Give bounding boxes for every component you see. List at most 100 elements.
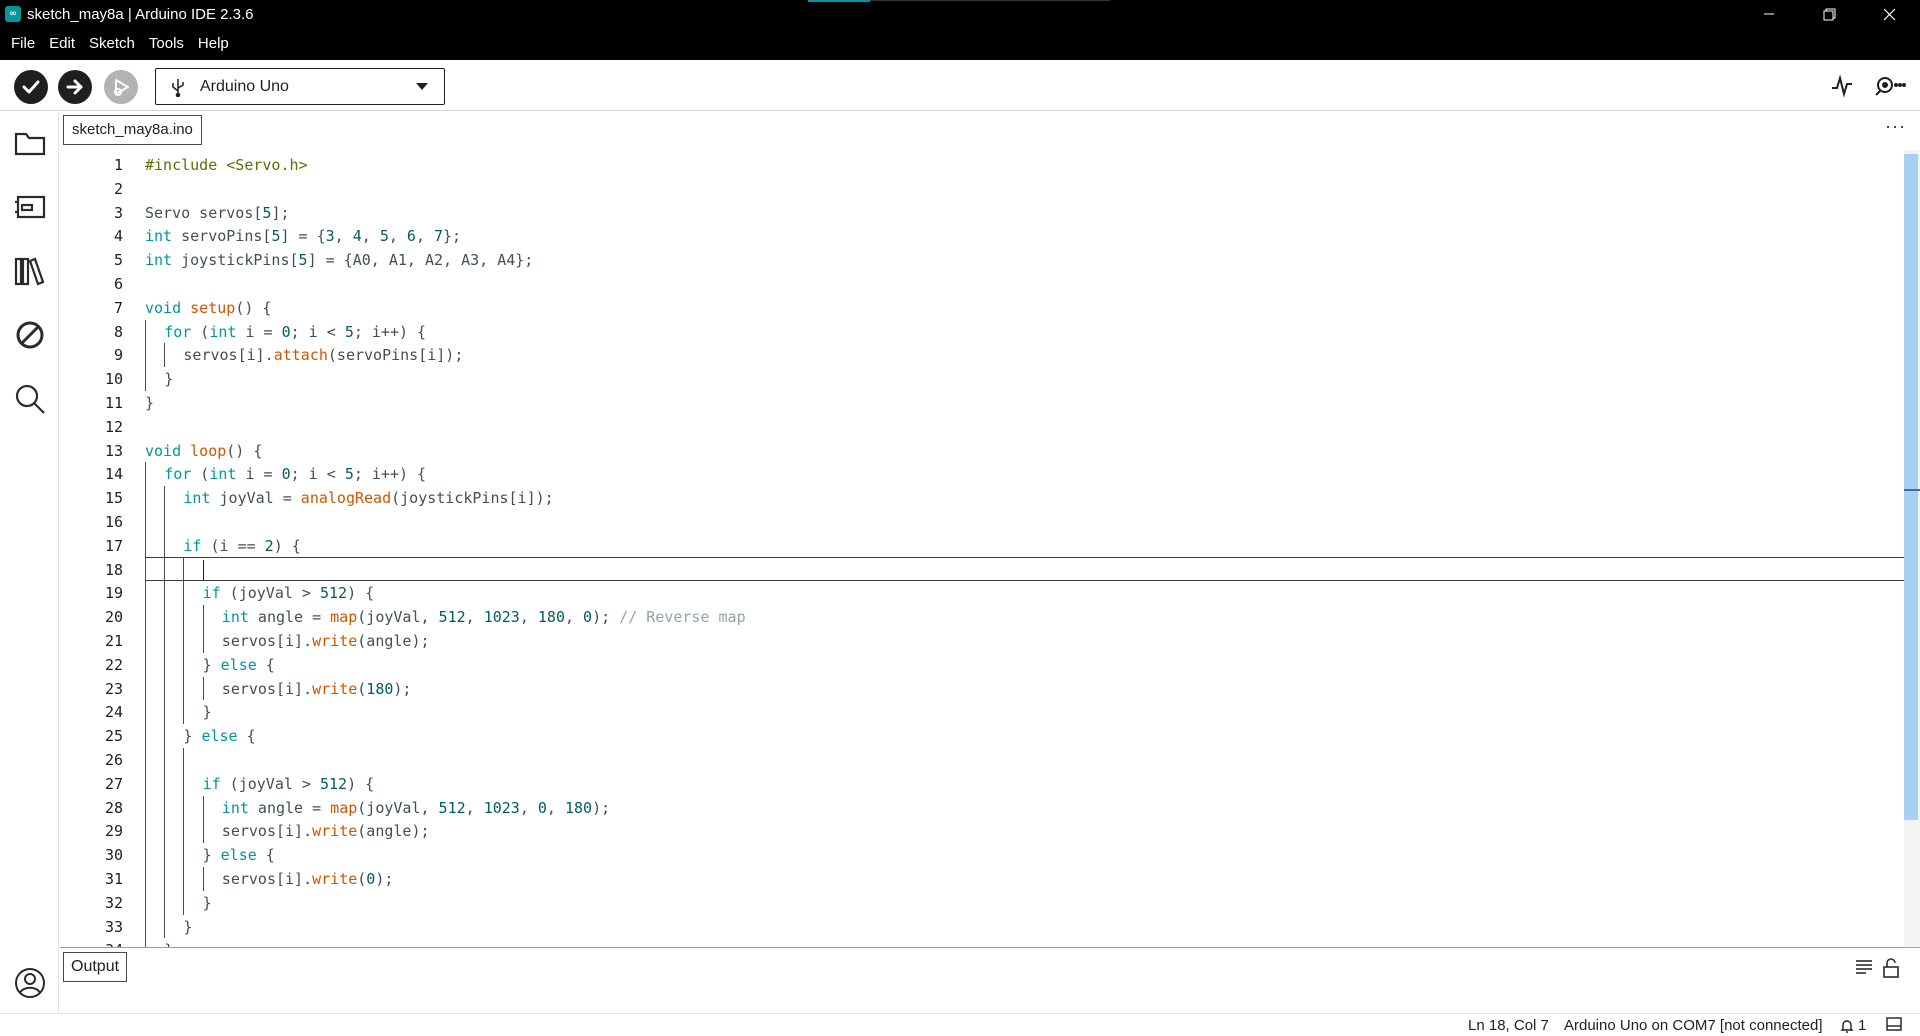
editor-tab-strip: sketch_may8a.ino ··· xyxy=(60,112,1920,150)
code-token: 3 xyxy=(325,227,335,246)
code-token: ; i++) { xyxy=(353,465,427,484)
indent-guide xyxy=(145,700,146,725)
indent-guide xyxy=(183,629,185,653)
code-token: , xyxy=(334,227,353,246)
code-token: if xyxy=(202,774,221,793)
notification-count: 1 xyxy=(1858,1017,1867,1034)
code-token: servoPins[ xyxy=(172,227,272,246)
indent-guide xyxy=(145,629,146,653)
code-token: 5 xyxy=(379,227,389,246)
indent-guide xyxy=(145,367,146,391)
code-token: ); xyxy=(592,798,611,817)
title-accent xyxy=(808,0,870,2)
lock-icon[interactable] xyxy=(1882,958,1900,978)
indent-guide xyxy=(164,510,166,534)
line-number-gutter: 1 2 3 4 5 6 7 8 9 10 11 12 13 14 15 16 17 18 19 20 21 22 23 24 2… xyxy=(60,150,145,947)
debug-icon xyxy=(114,79,129,96)
code-editor[interactable]: 1 2 3 4 5 6 7 8 9 10 11 12 13 14 15 16 17 18 19 20 21 22 23 24 2… xyxy=(60,150,1920,947)
code-token: angle = xyxy=(248,608,331,627)
upload-button[interactable] xyxy=(58,70,92,104)
code-token: } xyxy=(202,703,212,722)
close-window-button[interactable] xyxy=(1860,0,1918,28)
menu-tools[interactable]: Tools xyxy=(142,28,191,60)
code-line: void setup() { xyxy=(145,296,271,320)
code-line: } xyxy=(183,915,192,939)
code-token: else xyxy=(220,846,257,865)
indent-guide xyxy=(145,676,146,701)
code-token: ) { xyxy=(347,584,375,603)
code-area[interactable]: #include <Servo.h> Servo servos[5]; int se… xyxy=(145,150,1895,947)
code-token: void xyxy=(145,441,182,460)
code-token: } xyxy=(202,655,221,674)
menu-file[interactable]: File xyxy=(4,28,42,60)
code-token: analogRead xyxy=(300,489,392,508)
code-token: int xyxy=(221,798,249,817)
menu-help[interactable]: Help xyxy=(191,28,236,60)
restore-icon xyxy=(1823,8,1835,20)
search-button[interactable] xyxy=(13,382,47,416)
code-line: if (joyVal > 512) { xyxy=(203,581,375,605)
serial-plotter-button[interactable] xyxy=(1830,74,1854,103)
code-line: int angle = map(joyVal, 512, 1023, 180, … xyxy=(222,605,746,629)
restore-button[interactable] xyxy=(1800,0,1858,28)
indent-guide xyxy=(145,795,146,820)
code-line: servos[i].write(angle); xyxy=(222,819,430,843)
more-actions-button[interactable]: ··· xyxy=(1885,116,1906,137)
output-tab[interactable]: Output xyxy=(63,952,128,982)
debug-button[interactable] xyxy=(104,70,138,104)
code-token: ; i < xyxy=(290,465,345,484)
indent-guide xyxy=(164,914,166,939)
sketchbook-button[interactable] xyxy=(13,126,47,160)
scrollbar-thumb[interactable] xyxy=(1904,154,1918,820)
boards-manager-button[interactable] xyxy=(13,190,47,224)
code-token: { xyxy=(237,727,256,746)
line-number: 34 xyxy=(63,938,123,947)
notifications-button[interactable]: 1 xyxy=(1840,1017,1866,1034)
code-token: if xyxy=(202,584,221,603)
code-line: for (int i = 0; i < 5; i++) { xyxy=(164,320,426,344)
code-token: (servoPins[i]); xyxy=(327,346,464,365)
board-port-status[interactable]: Arduino Uno on COM7 [not connected] xyxy=(1564,1017,1823,1034)
code-token: 5 xyxy=(344,465,354,484)
cursor-position-marker xyxy=(1904,489,1920,491)
code-token: 0 xyxy=(537,798,547,817)
line-number: 1 xyxy=(113,156,123,174)
code-token: () { xyxy=(235,298,272,317)
indent-guide xyxy=(183,748,185,772)
debug-panel-button[interactable] xyxy=(13,318,47,352)
code-token: (angle); xyxy=(357,632,430,650)
code-token: else xyxy=(201,727,238,746)
code-token: if xyxy=(183,536,202,555)
code-token: ( xyxy=(191,322,210,341)
panel-icon xyxy=(1886,1017,1902,1031)
board-selector[interactable]: Arduino Uno xyxy=(155,68,445,105)
code-token: ); xyxy=(375,870,394,888)
serial-monitor-button[interactable] xyxy=(1874,74,1906,103)
code-token: (joyVal > xyxy=(220,774,320,793)
code-token: int xyxy=(145,227,173,246)
account-button[interactable] xyxy=(13,966,47,1000)
editor-scrollbar[interactable] xyxy=(1904,150,1920,947)
code-token: int xyxy=(183,489,211,508)
line-number: 11 xyxy=(104,394,123,412)
line-number: 30 xyxy=(104,846,123,865)
verify-button[interactable] xyxy=(14,70,48,104)
indent-guide xyxy=(164,676,166,701)
indent-guide xyxy=(145,724,146,748)
file-tab[interactable]: sketch_may8a.ino xyxy=(63,115,202,145)
toggle-panel-button[interactable] xyxy=(1886,1017,1902,1035)
indent-guide xyxy=(183,652,185,677)
code-token: (joyVal > xyxy=(220,584,320,603)
line-number: 27 xyxy=(104,774,123,793)
clear-output-icon[interactable] xyxy=(1854,958,1874,976)
library-manager-button[interactable] xyxy=(13,254,47,288)
menu-edit[interactable]: Edit xyxy=(42,28,82,60)
cursor-position[interactable]: Ln 18, Col 7 xyxy=(1468,1017,1549,1034)
indent-guide xyxy=(183,819,185,844)
code-line: if (joyVal > 512) { xyxy=(203,772,375,796)
indent-guide xyxy=(183,605,185,629)
code-token: 180 xyxy=(537,608,565,627)
indent-guide xyxy=(164,652,166,677)
menu-sketch[interactable]: Sketch xyxy=(82,28,142,60)
minimize-button[interactable] xyxy=(1740,0,1798,28)
